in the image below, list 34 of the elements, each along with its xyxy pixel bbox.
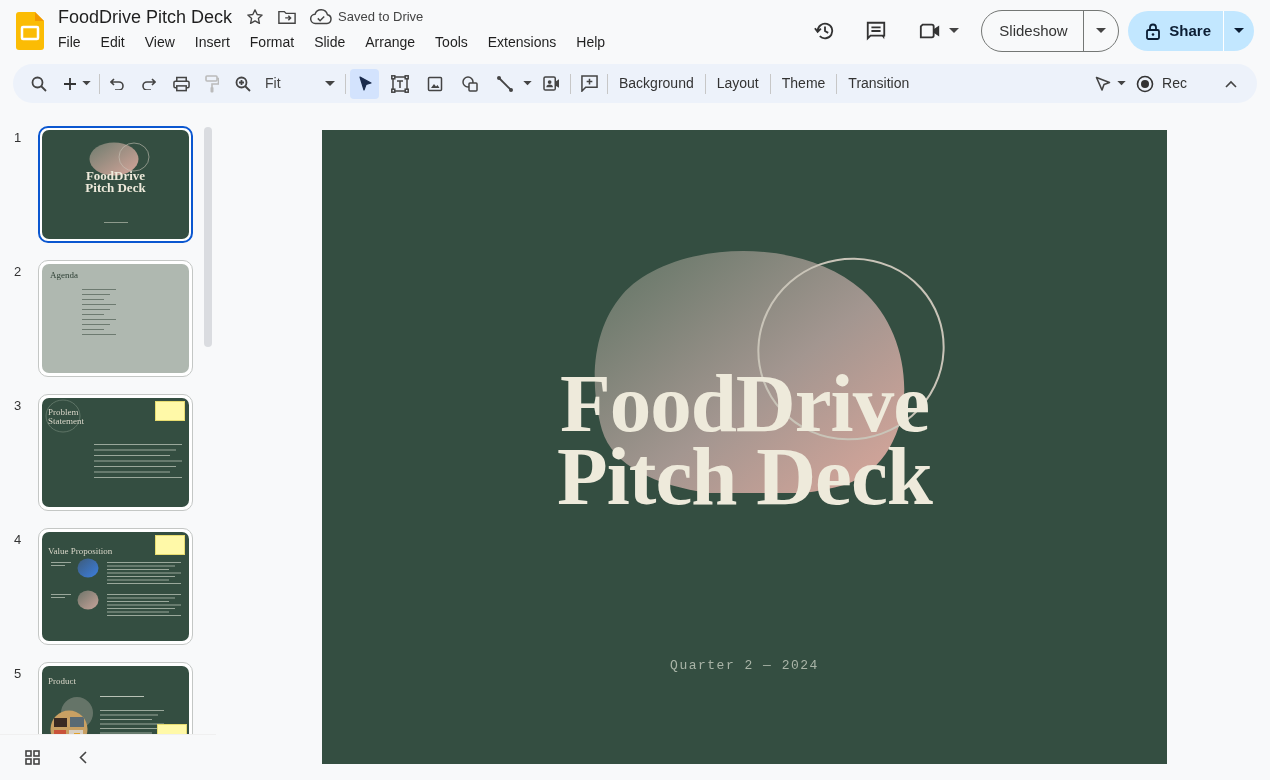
zoom-dropdown[interactable]: Fit xyxy=(265,73,335,94)
toolbar-button[interactable]: Layout xyxy=(705,73,770,94)
slide-title: Value Proposition xyxy=(48,545,113,558)
slide-thumbnail[interactable]: Value Proposition xyxy=(38,528,193,645)
slide-subtitle[interactable]: Quarter 2 — 2024 xyxy=(670,656,819,676)
record-button[interactable]: Rec xyxy=(1136,73,1187,94)
toolbar-button[interactable]: Theme xyxy=(770,73,837,94)
menu-item[interactable]: Tools xyxy=(427,30,476,54)
slide-number: 4 xyxy=(14,531,23,549)
slide-thumbnail[interactable]: FoodDrive Pitch Deck xyxy=(38,126,193,243)
toolbar-button[interactable]: Background xyxy=(608,73,705,94)
slide-number: 1 xyxy=(14,129,23,147)
save-status: Saved to Drive xyxy=(338,7,424,26)
menu-item[interactable]: Extensions xyxy=(479,30,565,54)
slide-title: Agenda xyxy=(50,269,78,282)
slide-title: FoodDrive Pitch Deck xyxy=(84,170,147,194)
slide-title: Problem Statement xyxy=(48,408,85,426)
slide-number: 3 xyxy=(14,397,23,415)
menu-item[interactable]: Slide xyxy=(306,30,354,54)
menu-item[interactable]: Help xyxy=(568,30,614,54)
slide-thumbnail[interactable]: Problem Statement xyxy=(38,394,193,511)
menu-item[interactable]: File xyxy=(50,30,89,54)
slide-number: 2 xyxy=(14,263,23,281)
menu-item[interactable]: Insert xyxy=(186,30,238,54)
menu-item[interactable]: Format xyxy=(241,30,303,54)
slide-thumbnail[interactable]: Agenda xyxy=(38,260,193,377)
menu-item[interactable]: View xyxy=(136,30,183,54)
document-title[interactable]: FoodDrive Pitch Deck xyxy=(58,4,233,29)
slide-thumbnail[interactable]: Product xyxy=(38,662,193,734)
slide-title: Product xyxy=(48,675,76,688)
toolbar-button[interactable]: Transition xyxy=(837,73,921,94)
slide-number: 5 xyxy=(14,665,23,683)
menu-item[interactable]: Arrange xyxy=(357,30,424,54)
menu-item[interactable]: Edit xyxy=(92,30,133,54)
